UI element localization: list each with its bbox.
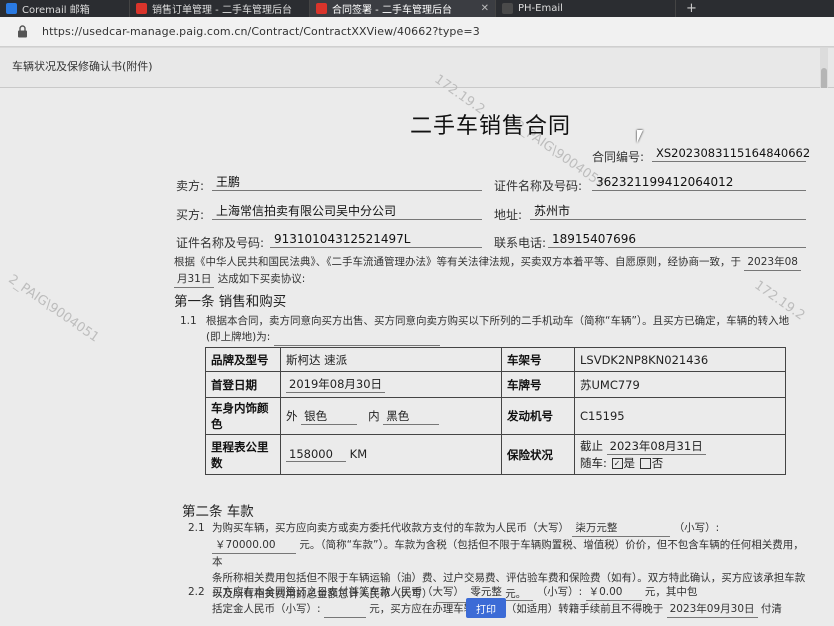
buyer-name: 上海常信拍卖有限公司吴中分公司: [212, 204, 482, 220]
intro-paragraph: 根据《中华人民共和国民法典》、《二手车流通管理办法》等有关法律法规，买卖双方本着…: [174, 254, 814, 288]
new-tab-icon[interactable]: +: [676, 0, 707, 17]
section-1-heading: 第一条 销售和购买: [174, 294, 287, 310]
engine-label: 发动机号: [501, 397, 575, 435]
clause-number: 1.1: [180, 315, 197, 327]
insurance-label: 保险状况: [501, 434, 575, 475]
mileage-unit: KM: [349, 447, 368, 461]
price-lower: ￥70000.00: [212, 537, 296, 554]
app-icon: [136, 3, 147, 14]
price-upper: 柒万元整: [572, 520, 671, 537]
plate-label: 车牌号: [501, 371, 575, 398]
attachment-title[interactable]: 车辆状况及保修确认书(附件): [12, 58, 153, 74]
clause-text: 为购买车辆，买方应向卖方或卖方委托代收款方支付的车款为人民币（大写）: [212, 522, 569, 534]
yes-label: 是: [623, 456, 636, 470]
buyer-phone-label: 联系电话:: [494, 236, 547, 250]
yes-checkbox[interactable]: ✓: [611, 458, 623, 469]
first-payment-lower: ￥0.00: [585, 584, 642, 601]
contract-title: 二手车销售合同: [410, 114, 572, 139]
mileage-value: 158000: [286, 447, 346, 462]
engine-value: C15195: [574, 397, 786, 435]
clause-text: 元，其中包: [644, 586, 698, 598]
clause-text: 元，买方应在办理车辆过户和（如适用）转籍手续前且不得晚于: [369, 603, 664, 615]
clause-text: (即上牌地)为:: [206, 331, 271, 343]
intro-date: 2023年08: [744, 254, 801, 271]
seller-id-label: 证件名称及号码:: [494, 179, 583, 193]
tab-label: PH-Email: [518, 3, 563, 14]
clause-1-1: 根据本合同，卖方同意向买方出售、买方同意向卖方购买以下所列的二手机动车（简称“车…: [206, 313, 812, 346]
page-header: 车辆状况及保修确认书(附件): [0, 48, 834, 88]
close-icon[interactable]: ✕: [475, 3, 489, 14]
intro-text: 达成如下买卖协议:: [217, 273, 306, 285]
url-field[interactable]: https://usedcar-manage.paig.com.cn/Contr…: [42, 25, 480, 38]
register-place: [273, 329, 440, 346]
mileage-cell: 158000 KM: [280, 434, 502, 475]
app-icon: [316, 3, 327, 14]
plate-value: 苏UMC779: [574, 371, 786, 398]
mouse-cursor-icon: [637, 130, 643, 143]
exterior-prefix: 外: [286, 408, 298, 423]
clause-text: 根据本合同，卖方同意向买方出售、买方同意向卖方购买以下所列的二手机动车（简称“车…: [206, 315, 790, 327]
tab-label: 合同签署 - 二手车管理后台: [332, 5, 452, 16]
buyer-id: 91310104312521497L: [270, 232, 482, 248]
payment-deadline: 2023年09月30日: [666, 601, 758, 618]
no-label: 否: [651, 456, 664, 470]
print-button[interactable]: 打印: [466, 598, 506, 618]
tab-ph-email[interactable]: PH-Email: [496, 0, 676, 17]
clause-text: 元。（简称“车款”）。车款为含税（包括但不限于车辆购置税、增值税）价价，但不包含…: [212, 539, 804, 568]
tab-bar: Coremail 邮箱 销售订单管理 - 二手车管理后台 合同签署 - 二手车管…: [0, 0, 834, 17]
tab-coremail[interactable]: Coremail 邮箱: [0, 0, 130, 17]
tab-label: Coremail 邮箱: [22, 5, 90, 16]
clause-2-2: 买方应在本合同签订之日支付首笔车款人民币（大写） 零元整 （小写）: ￥0.00…: [212, 584, 812, 618]
buyer-id-label: 证件名称及号码:: [176, 236, 265, 250]
buyer-address: 苏州市: [530, 204, 806, 220]
deposit-amount: [323, 601, 366, 618]
reg-date-cell: 2019年08月30日: [280, 371, 502, 398]
clause-text: （小写）:: [673, 522, 720, 534]
reg-date-value: 2019年08月30日: [286, 376, 386, 393]
seller-label: 卖方:: [176, 179, 205, 193]
interior-prefix: 内: [368, 408, 380, 423]
address-bar: https://usedcar-manage.paig.com.cn/Contr…: [0, 17, 834, 47]
clause-text: 付清: [760, 603, 782, 615]
clause-text: 条所称相关费用包括但不限于车辆运输（油）费、过户交易费、评估验车费和保险费（如有…: [212, 572, 806, 584]
color-cell: 外 银色 内 黑色: [280, 397, 502, 435]
mileage-label: 里程表公里数: [205, 434, 281, 475]
interior-color: 黑色: [383, 408, 440, 425]
exterior-color: 银色: [301, 408, 358, 425]
buyer-label: 买方:: [176, 208, 205, 222]
reg-date-label: 首登日期: [205, 371, 281, 398]
seller-id: 362321199412064012: [592, 175, 806, 191]
insurance-date: 2023年08月31日: [606, 438, 706, 455]
tab-label: 销售订单管理 - 二手车管理后台: [152, 5, 292, 16]
app-icon: [502, 3, 513, 14]
insurance-cell: 截止 2023年08月31日 随车: ✓ 是 否: [574, 434, 786, 475]
section-2-heading: 第二条 车款: [182, 504, 254, 520]
brand-label: 品牌及型号: [205, 347, 281, 372]
insurance-with-car: 随车:: [580, 456, 607, 470]
tab-sales-orders[interactable]: 销售订单管理 - 二手车管理后台: [130, 0, 310, 17]
clause-text: 买方应在本合同签订之日支付首笔车款人民币（大写）: [212, 586, 464, 598]
clause-number: 2.1: [188, 522, 205, 534]
vin-label: 车架号: [501, 347, 575, 372]
no-checkbox[interactable]: [639, 458, 651, 469]
lock-icon[interactable]: [14, 24, 30, 40]
buyer-address-label: 地址:: [494, 208, 523, 222]
contract-no: XS20230831151648406​62: [652, 146, 810, 162]
tab-contract-sign[interactable]: 合同签署 - 二手车管理后台 ✕: [310, 0, 496, 17]
mail-icon: [6, 3, 17, 14]
clause-text: （小写）:: [536, 586, 583, 598]
clause-text: 括定金人民币（小写）:: [212, 603, 321, 615]
vehicle-table: 品牌及型号 斯柯达 速派 车架号 LSVDK2NP8KN021436 首登日期 …: [205, 347, 786, 475]
contract-no-label: 合同编号:: [592, 150, 645, 164]
color-label: 车身内饰颜色: [205, 397, 281, 435]
seller-name: 王鹏: [212, 175, 482, 191]
insurance-prefix: 截止: [580, 439, 603, 453]
vin-value: LSVDK2NP8KN021436: [574, 347, 786, 372]
intro-text: 根据《中华人民共和国民法典》、《二手车流通管理办法》等有关法律法规，买卖双方本着…: [174, 256, 741, 268]
brand-value: 斯柯达 速派: [280, 347, 502, 372]
intro-date-day: 月31日: [174, 271, 215, 288]
buyer-phone: 18915407696: [548, 232, 806, 248]
clause-number: 2.2: [188, 586, 205, 598]
